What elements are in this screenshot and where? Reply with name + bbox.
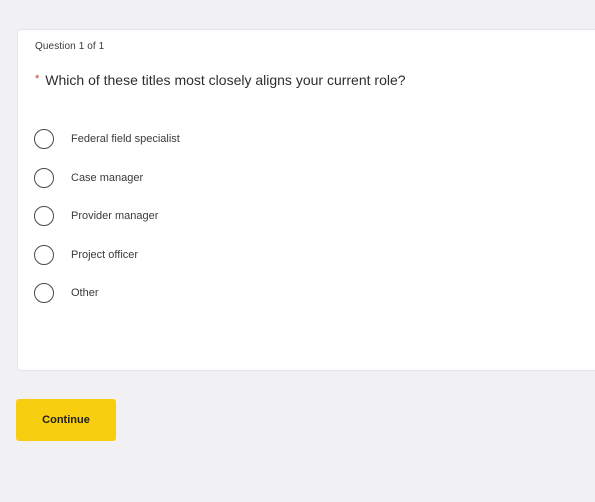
option-project-officer[interactable]: Project officer	[34, 236, 180, 275]
radio-button[interactable]	[34, 167, 54, 188]
radio-button[interactable]	[34, 129, 54, 150]
radio-button[interactable]	[34, 283, 54, 304]
radio-button[interactable]	[34, 206, 54, 227]
option-label: Provider manager	[71, 210, 159, 223]
option-provider-manager[interactable]: Provider manager	[34, 197, 180, 236]
question-text: Which of these titles most closely align…	[45, 72, 406, 88]
option-label: Case manager	[71, 171, 144, 184]
question-counter: Question 1 of 1	[35, 41, 105, 52]
continue-button[interactable]: Continue	[16, 399, 116, 441]
option-other[interactable]: Other	[34, 274, 180, 313]
radio-button[interactable]	[34, 244, 54, 265]
question-prompt: * Which of these titles most closely alig…	[35, 72, 406, 88]
option-label: Federal field specialist	[71, 133, 180, 146]
answer-options: Federal field specialist Case manager Pr…	[34, 120, 180, 313]
option-label: Other	[71, 287, 99, 300]
option-label: Project officer	[71, 248, 139, 261]
option-case-manager[interactable]: Case manager	[34, 159, 180, 198]
option-federal-field-specialist[interactable]: Federal field specialist	[34, 120, 180, 159]
required-marker: *	[35, 73, 40, 85]
